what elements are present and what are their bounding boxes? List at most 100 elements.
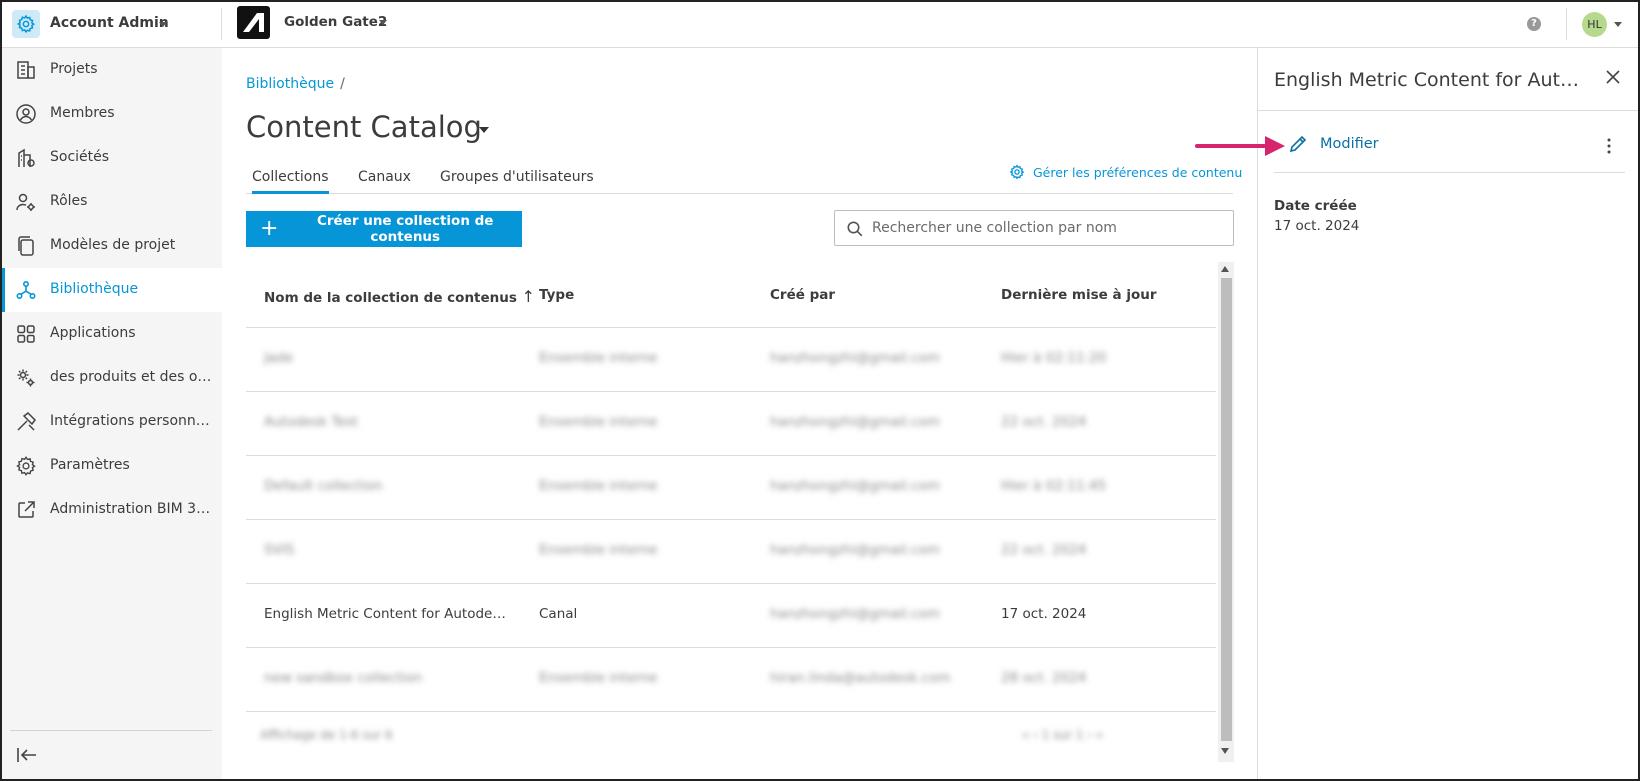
sidebar-item-label: Applications [50, 325, 136, 341]
collection-name: Default collection [264, 478, 383, 494]
collection-name: Autodesk Test [264, 414, 358, 430]
sidebar-item-bim360[interactable]: Administration BIM 360 [0, 488, 222, 532]
sidebar-item-produits[interactable]: des produits et des ou... [0, 356, 222, 400]
gear-icon [1009, 164, 1025, 180]
sidebar-item-modeles[interactable]: Modèles de projet [0, 224, 222, 268]
collection-type: Ensemble interne [539, 542, 658, 558]
sidebar-item-label: Modèles de projet [50, 237, 176, 253]
account-settings-icon[interactable] [12, 10, 40, 38]
copy-icon [18, 236, 34, 256]
plus-icon: + [260, 216, 279, 241]
external-link-icon [18, 501, 35, 518]
sidebar-item-parametres[interactable]: Paramètres [0, 444, 222, 488]
page-title[interactable]: Content Catalog [246, 110, 482, 144]
breadcrumb-separator: / [340, 76, 345, 92]
account-dropdown-chevron-icon[interactable] [159, 22, 167, 27]
search-box[interactable] [834, 210, 1234, 246]
table-row[interactable]: Jade Ensemble interne hanzhongzhi@gmail.… [246, 328, 1216, 392]
collection-name: English Metric Content for Autodes... [264, 606, 509, 622]
table-row[interactable]: English Metric Content for Autodes... Ca… [246, 584, 1216, 648]
tab-collections[interactable]: Collections [252, 169, 329, 194]
manage-preferences-link[interactable]: Gérer les préférences de contenu [1009, 164, 1242, 180]
sidebar-item-label: Bibliothèque [50, 281, 139, 297]
sort-ascending-icon[interactable]: ↑ [522, 287, 535, 306]
modify-button[interactable]: Modifier [1288, 134, 1379, 154]
collection-type: Ensemble interne [539, 670, 658, 686]
sidebar-item-label: Sociétés [50, 149, 110, 165]
sidebar-item-label: Intégrations personna... [50, 413, 212, 429]
search-icon [847, 221, 863, 237]
divider [1258, 110, 1640, 111]
column-header-name[interactable]: Nom de la collection de contenus ↑ [264, 287, 535, 306]
project-dropdown-chevron-icon[interactable] [379, 20, 387, 25]
pagination[interactable]: « ‹ 1 sur 1 › » [1022, 728, 1103, 742]
help-icon[interactable]: ? [1527, 17, 1541, 31]
sidebar-item-label: Paramètres [50, 457, 130, 473]
collection-creator: hiran.linda@autodesk.com [770, 670, 951, 686]
scroll-up-arrow-icon[interactable] [1221, 266, 1229, 272]
create-collection-button[interactable]: + Créer une collection de contenus [246, 211, 522, 247]
collection-name: SVIS [264, 542, 295, 558]
create-collection-label: Créer une collection de contenus [316, 213, 494, 245]
sidebar-item-label: Projets [50, 61, 98, 77]
collection-creator: hanzhongzhi@gmail.com [770, 478, 940, 494]
manage-preferences-label: Gérer les préférences de contenu [1033, 164, 1243, 180]
row-count: Affichage de 1-6 sur 6 [260, 728, 393, 742]
more-options-icon[interactable] [1603, 136, 1615, 156]
top-bar: Account Admin Golden Gate2 ? HL [0, 0, 1640, 48]
scroll-down-arrow-icon[interactable] [1221, 748, 1229, 754]
scrollbar-thumb[interactable] [1221, 278, 1232, 741]
sidebar-item-label: Administration BIM 360 [50, 501, 212, 517]
collection-type: Ensemble interne [539, 478, 658, 494]
grid-icon [17, 325, 35, 343]
annotation-arrow-icon [1195, 136, 1285, 156]
title-dropdown-chevron-icon[interactable] [479, 127, 489, 133]
table-row[interactable]: Default collection Ensemble interne hanz… [246, 456, 1216, 520]
table-row[interactable]: Autodesk Test Ensemble interne hanzhongz… [246, 392, 1216, 456]
hammer-icon [17, 412, 36, 431]
project-selector[interactable]: Golden Gate2 [284, 14, 387, 30]
table-row[interactable]: SVIS Ensemble interne hanzhongzhi@gmail.… [246, 520, 1216, 584]
breadcrumb: Bibliothèque / [246, 76, 345, 92]
search-input[interactable] [872, 211, 1227, 245]
collection-type: Canal [539, 606, 578, 622]
collection-updated: Hier à 02:11:45 [1001, 478, 1107, 494]
collection-name: Jade [264, 350, 294, 366]
date-created-label: Date créée [1274, 198, 1357, 214]
tab-canaux[interactable]: Canaux [358, 169, 411, 185]
sidebar-item-roles[interactable]: Rôles [0, 180, 222, 224]
sidebar-item-bibliotheque[interactable]: Bibliothèque [0, 268, 222, 312]
divider [1274, 172, 1625, 173]
sidebar-item-membres[interactable]: Membres [0, 92, 222, 136]
sidebar-item-integrations[interactable]: Intégrations personna... [0, 400, 222, 444]
company-icon [18, 148, 35, 167]
user-gear-icon [16, 193, 35, 211]
collection-type: Ensemble interne [539, 350, 658, 366]
collection-creator: hanzhongzhi@gmail.com [770, 606, 940, 622]
close-icon[interactable] [1604, 68, 1622, 86]
collection-creator: hanzhongzhi@gmail.com [770, 350, 940, 366]
account-name[interactable]: Account Admin [50, 15, 169, 31]
panel-title: English Metric Content for Auto... [1274, 69, 1589, 91]
sidebar-item-applications[interactable]: Applications [0, 312, 222, 356]
autodesk-logo-icon [237, 6, 270, 39]
library-icon [16, 280, 36, 300]
collapse-sidebar-icon[interactable] [16, 745, 38, 765]
collection-updated: 22 oct. 2024 [1001, 542, 1087, 558]
column-header-updated[interactable]: Dernière mise à jour [1001, 287, 1157, 303]
tab-groupes[interactable]: Groupes d'utilisateurs [440, 169, 594, 185]
sidebar-item-societes[interactable]: Sociétés [0, 136, 222, 180]
column-header-type[interactable]: Type [539, 287, 574, 303]
breadcrumb-link-bibliotheque[interactable]: Bibliothèque [246, 76, 334, 92]
divider [1566, 8, 1567, 40]
gear-icon [16, 456, 36, 476]
user-menu-chevron-icon[interactable] [1614, 22, 1622, 27]
pencil-icon [1289, 135, 1307, 153]
sidebar-item-projets[interactable]: Projets [0, 48, 222, 92]
sidebar-item-label: Membres [50, 105, 115, 121]
user-avatar[interactable]: HL [1582, 12, 1607, 37]
table-row[interactable]: new sandbox collection Ensemble interne … [246, 648, 1216, 712]
collection-updated: 22 oct. 2024 [1001, 414, 1087, 430]
column-header-creator[interactable]: Créé par [770, 287, 835, 303]
sidebar-item-label: Rôles [50, 193, 88, 209]
